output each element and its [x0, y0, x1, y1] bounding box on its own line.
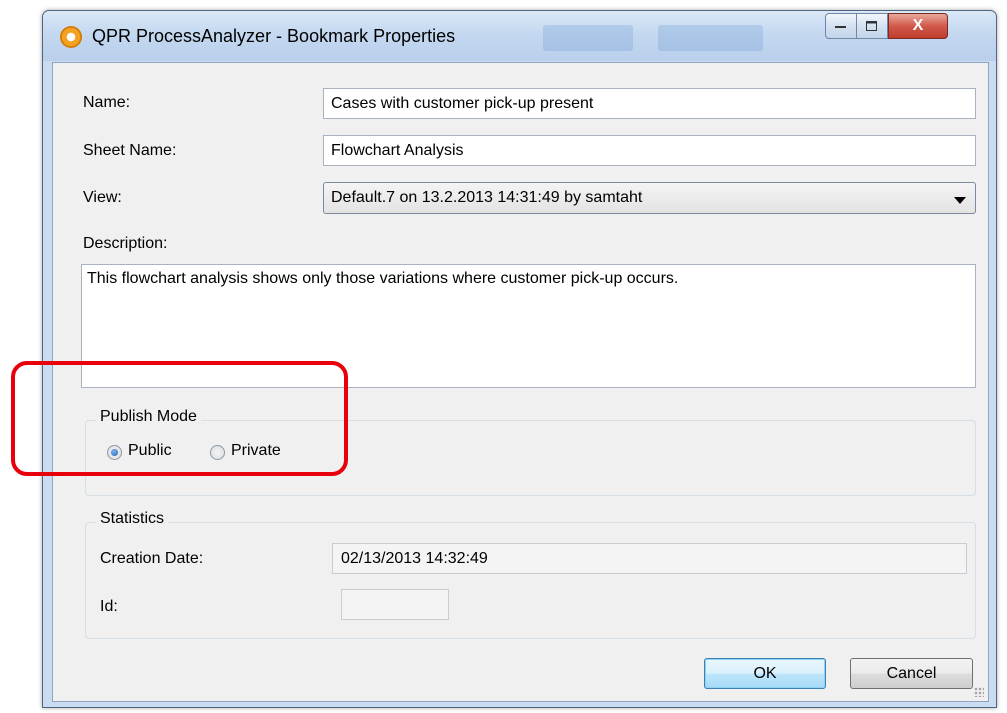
dialog-window: QPR ProcessAnalyzer - Bookmark Propertie… — [42, 10, 997, 708]
chevron-down-icon — [954, 197, 966, 204]
view-label: View: — [83, 189, 122, 206]
name-field[interactable]: Cases with customer pick-up present — [323, 88, 976, 119]
view-selected-value: Default.7 on 13.2.2013 14:31:49 by samta… — [331, 189, 643, 206]
minimize-icon — [835, 26, 846, 28]
title-bar[interactable]: QPR ProcessAnalyzer - Bookmark Propertie… — [43, 11, 996, 61]
statistics-group — [85, 522, 976, 639]
creation-date-value: 02/13/2013 14:32:49 — [332, 543, 967, 574]
name-label: Name: — [83, 94, 131, 111]
description-label: Description: — [83, 235, 168, 252]
sheet-name-label: Sheet Name: — [83, 142, 177, 159]
view-dropdown[interactable]: Default.7 on 13.2.2013 14:31:49 by samta… — [323, 182, 976, 214]
maximize-button[interactable] — [856, 13, 888, 39]
minimize-button[interactable] — [825, 13, 857, 39]
window-title: QPR ProcessAnalyzer - Bookmark Propertie… — [92, 26, 456, 46]
title-bar-decoration — [658, 25, 763, 51]
title-bar-decoration — [543, 25, 633, 51]
close-button[interactable]: X — [888, 13, 948, 39]
highlight-annotation — [11, 361, 348, 476]
app-logo-icon — [60, 26, 82, 48]
ok-button[interactable]: OK — [704, 658, 826, 689]
statistics-title: Statistics — [96, 510, 169, 528]
sheet-name-field[interactable]: Flowchart Analysis — [323, 135, 976, 166]
resize-grip-icon[interactable] — [974, 687, 984, 697]
id-label: Id: — [100, 598, 118, 615]
id-value — [341, 589, 449, 620]
creation-date-label: Creation Date: — [100, 550, 204, 567]
cancel-button[interactable]: Cancel — [850, 658, 973, 689]
maximize-icon — [866, 20, 877, 31]
description-text: This flowchart analysis shows only those… — [87, 270, 679, 287]
close-icon: X — [912, 17, 924, 34]
